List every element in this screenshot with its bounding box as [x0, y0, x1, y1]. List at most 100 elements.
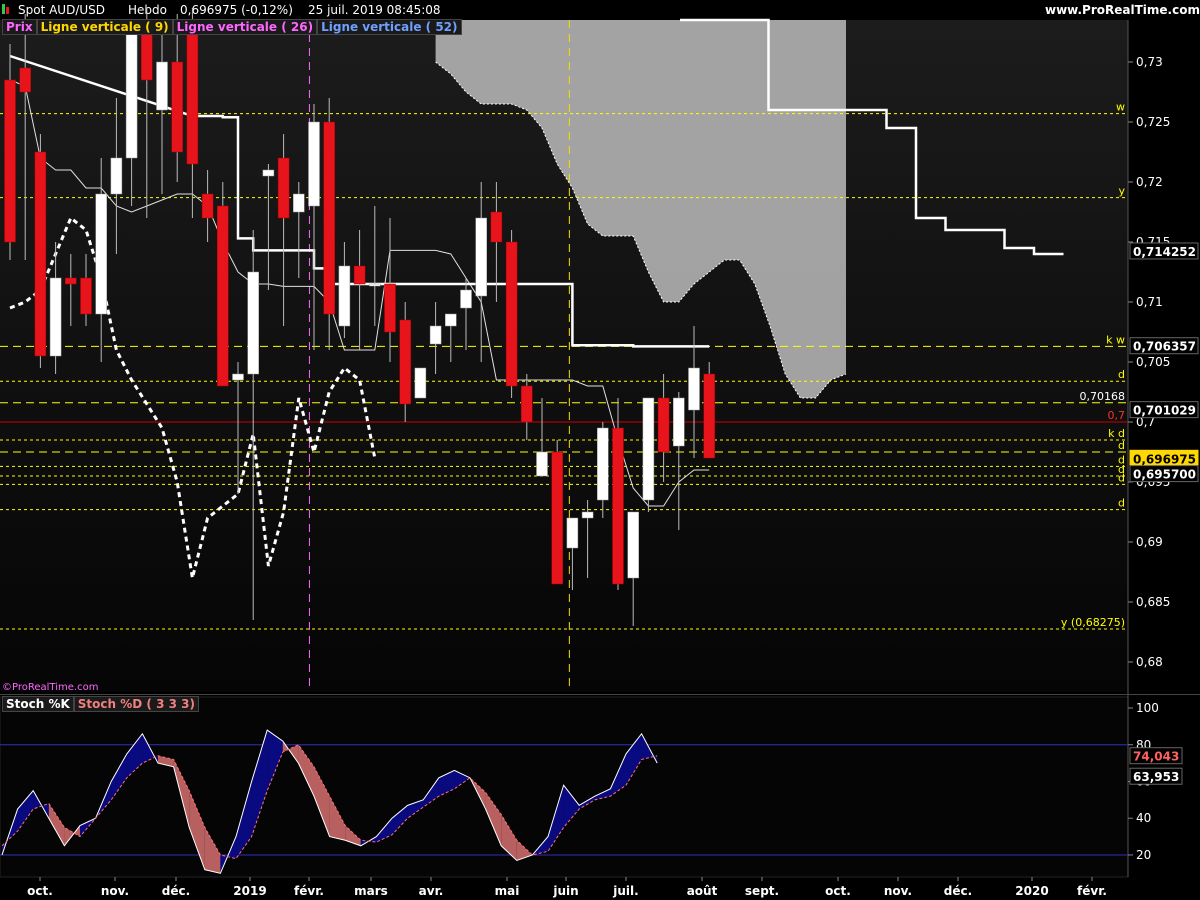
candle-bear: [399, 319, 411, 405]
red-level-label: 0,7: [1108, 409, 1126, 422]
candle-bear: [384, 283, 396, 333]
x-tick-label: août: [687, 884, 718, 898]
legend-lv52[interactable]: Ligne verticale ( 52): [317, 19, 462, 35]
candle-bull: [49, 277, 62, 357]
x-tick-label: 2020: [1015, 884, 1048, 898]
stoch-tick-label: 20: [1136, 848, 1151, 862]
level-label: w: [1116, 101, 1125, 114]
price-tag: 0,701029: [1133, 404, 1196, 418]
level-label: y: [1118, 185, 1125, 198]
level-label: d: [1118, 368, 1125, 381]
candle-bear: [612, 427, 624, 585]
price-tag: 0,706357: [1133, 340, 1196, 354]
x-tick-label: oct.: [27, 884, 53, 898]
stoch-tick-label: 40: [1136, 811, 1151, 825]
candle-bear: [703, 373, 715, 459]
legend-stoch-d[interactable]: Stoch %D ( 3 3 3): [73, 696, 199, 712]
level-label: y (0,68275): [1061, 616, 1125, 629]
y-tick-label: 0,705: [1136, 355, 1170, 369]
candle-bull: [581, 511, 594, 519]
candle-bull: [642, 397, 655, 501]
candle-bull: [262, 169, 275, 177]
candle-bull: [414, 367, 427, 399]
inner-price-tag: 0,70168: [1080, 390, 1126, 403]
chart-svg[interactable]: wyk wdk ddddddy (0,68275)0,70,701680,730…: [0, 0, 1200, 900]
legend-lv26[interactable]: Ligne verticale ( 26): [172, 19, 318, 35]
stoch-k-tag: 63,953: [1133, 770, 1179, 784]
candle-bull: [460, 289, 472, 309]
candle-bear: [19, 67, 31, 93]
y-tick-label: 0,68: [1136, 655, 1163, 669]
price-tag: 0,696975: [1133, 452, 1196, 466]
y-tick-label: 0,72: [1136, 175, 1163, 189]
x-tick-label: févr.: [294, 884, 324, 898]
x-tick-label: sept.: [745, 884, 779, 898]
candle-bear: [217, 205, 229, 387]
candle-bear: [353, 265, 366, 285]
level-label: d: [1118, 497, 1125, 510]
x-tick-label: nov.: [101, 884, 129, 898]
x-tick-label: nov.: [884, 884, 912, 898]
x-tick-label: juin: [552, 884, 578, 898]
x-tick-label: mars: [354, 884, 388, 898]
candle-bull: [110, 157, 123, 195]
level-label: d: [1118, 471, 1125, 484]
x-tick-label: févr.: [1077, 884, 1107, 898]
candle-bull: [673, 397, 685, 447]
candle-bear: [65, 277, 77, 285]
candle-bear: [80, 277, 92, 315]
y-tick-label: 0,73: [1136, 55, 1163, 69]
stoch-d-tag: 74,043: [1133, 750, 1179, 764]
level-label: k w: [1106, 333, 1125, 346]
watermark: ©ProRealTime.com: [2, 682, 99, 693]
legend-lv9[interactable]: Ligne verticale ( 9): [36, 19, 173, 35]
candle-bull: [369, 283, 381, 287]
y-tick-label: 0,685: [1136, 595, 1170, 609]
candle-bear: [201, 193, 214, 219]
candle-bull: [536, 451, 548, 477]
candle-bull: [308, 121, 320, 207]
price-tag: 0,695700: [1133, 468, 1196, 482]
candle-bull: [125, 19, 138, 159]
candle-bear: [323, 121, 335, 315]
candle-bull: [247, 271, 259, 375]
x-axis: oct. nov. déc. 2019 févr. mars avr. mai juin juil…: [27, 877, 1107, 898]
stoch-legend: Stoch %K Stoch %D ( 3 3 3): [2, 696, 199, 712]
candle-bull: [95, 193, 107, 315]
candle-bull: [232, 373, 244, 381]
candle-bear: [34, 151, 47, 357]
x-tick-label: 2019: [233, 884, 266, 898]
x-tick-label: oct.: [825, 884, 851, 898]
candle-bull: [429, 325, 442, 345]
x-tick-label: avr.: [419, 884, 444, 898]
stoch-tick-label: 100: [1136, 701, 1159, 715]
candle-bear: [505, 241, 518, 387]
y-tick-label: 0,69: [1136, 535, 1163, 549]
candle-bull: [566, 517, 579, 549]
candle-bull: [597, 427, 609, 501]
price-tag: 0,714252: [1133, 245, 1196, 259]
legend-prix[interactable]: Prix: [2, 19, 37, 35]
level-label: d: [1118, 439, 1125, 452]
x-tick-label: mai: [495, 884, 520, 898]
candle-bear: [171, 61, 183, 153]
legend-stoch-k[interactable]: Stoch %K: [2, 696, 74, 712]
candle-bear: [490, 211, 503, 243]
candle-bull: [338, 265, 351, 327]
candle-bull: [475, 217, 487, 297]
candle-bull: [156, 61, 168, 111]
y-axis: 0,730,7250,720,7150,710,7050,70,6950,690…: [1128, 55, 1199, 669]
candle-bull: [627, 511, 639, 579]
y-tick-label: 0,71: [1136, 295, 1163, 309]
x-tick-label: juil.: [612, 884, 638, 898]
candle-bull: [293, 193, 305, 213]
y-tick-label: 0,725: [1136, 115, 1170, 129]
candle-bull: [445, 313, 457, 327]
candle-bear: [521, 385, 533, 423]
candle-bear: [657, 397, 670, 453]
candle-bear: [551, 451, 563, 585]
candle-bear: [277, 157, 290, 219]
candle-bear: [186, 19, 199, 165]
candle-bull: [688, 367, 700, 411]
price-legend: Prix Ligne verticale ( 9) Ligne verticale …: [2, 19, 462, 35]
